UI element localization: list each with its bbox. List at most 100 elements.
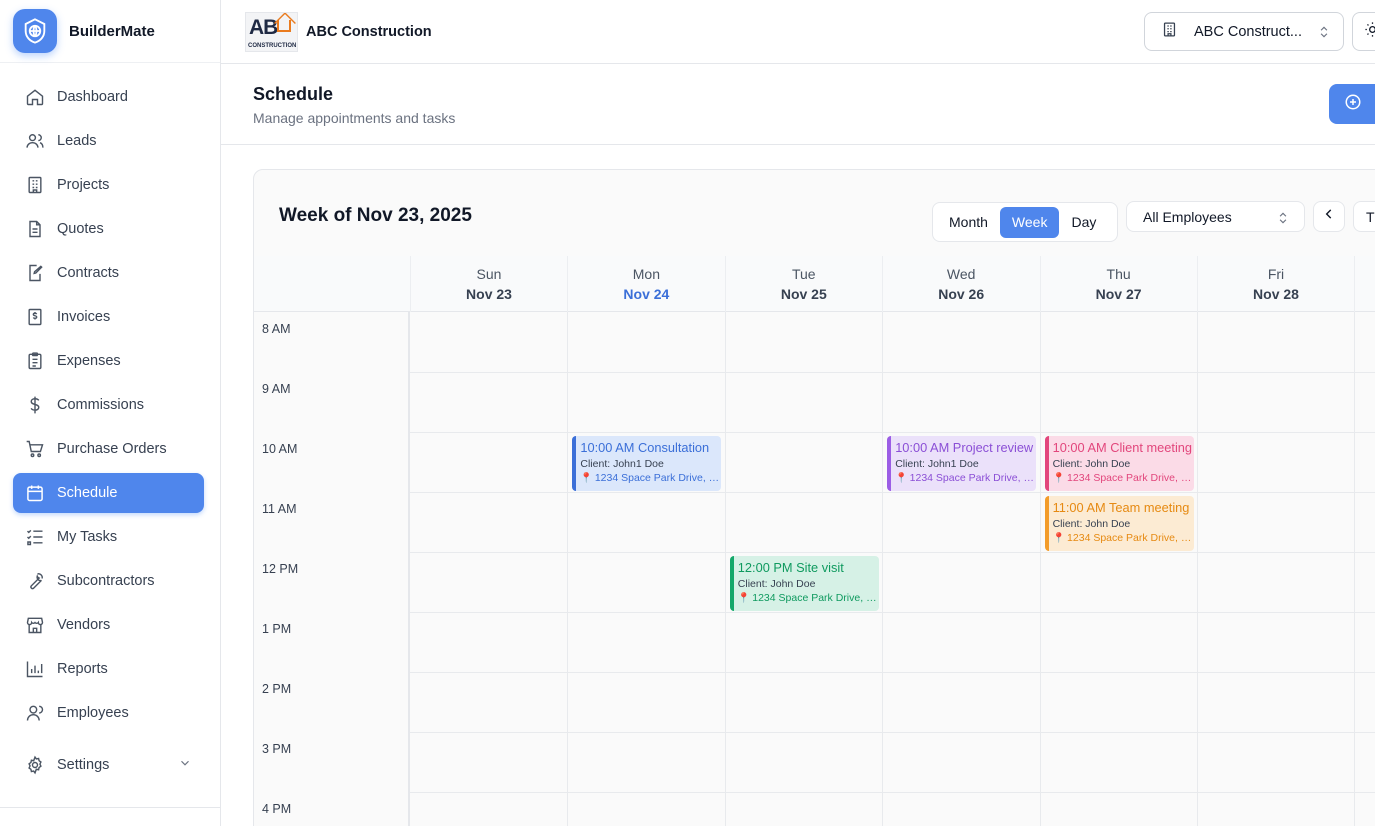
sidebar-item-expenses[interactable]: Expenses bbox=[13, 341, 204, 381]
calendar-event[interactable]: 10:00 AM Client meeting Client: John Doe 📍… bbox=[1044, 436, 1194, 491]
sidebar-item-label: Purchase Orders bbox=[57, 441, 167, 457]
calendar-icon bbox=[24, 482, 46, 504]
store-icon bbox=[24, 614, 46, 636]
day-header-fri[interactable]: Fri Nov 28 bbox=[1197, 256, 1354, 312]
sidebar-item-purchase-orders[interactable]: Purchase Orders bbox=[13, 429, 204, 469]
calendar-event[interactable]: 12:00 PM Site visit Client: John Doe 📍 1234… bbox=[729, 556, 879, 611]
building-globe-icon bbox=[13, 9, 57, 53]
event-title: 12:00 PM Site visit bbox=[737, 560, 844, 575]
day-header-thu[interactable]: Thu Nov 27 bbox=[1039, 256, 1197, 312]
cart-icon bbox=[24, 438, 46, 460]
brand[interactable]: BuilderMate bbox=[0, 0, 220, 63]
sidebar-item-quotes[interactable]: Quotes bbox=[13, 209, 204, 249]
chevron-down-icon[interactable] bbox=[178, 756, 192, 774]
day-header-row: Sun Nov 23 Mon Nov 24 Tue Nov 25 Wed Nov 26 Thu N… bbox=[254, 256, 1375, 312]
event-title: 10:00 AM Client meeting bbox=[1052, 440, 1193, 455]
sidebar-item-label: Projects bbox=[57, 177, 110, 193]
hour-gridline bbox=[410, 672, 1375, 673]
day-name: Mon bbox=[632, 266, 660, 282]
sidebar-item-vendors[interactable]: Vendors bbox=[13, 605, 204, 645]
view-month-button[interactable]: Month bbox=[937, 207, 1000, 238]
event-address-text: 1234 Space Park Drive, Houston, TX bbox=[1067, 532, 1193, 544]
view-week-button[interactable]: Week bbox=[999, 206, 1060, 238]
map-pin-icon: 📍 bbox=[1052, 533, 1066, 544]
map-pin-icon: 📍 bbox=[1052, 473, 1066, 484]
day-date: Nov 26 bbox=[938, 286, 985, 302]
day-name: Sun bbox=[476, 266, 502, 282]
time-label: 11 AM bbox=[262, 502, 297, 516]
sidebar-item-schedule[interactable]: Schedule bbox=[13, 473, 204, 513]
event-client: Client: John1 Doe bbox=[895, 458, 979, 470]
sidebar-item-my-tasks[interactable]: My Tasks bbox=[13, 517, 204, 557]
sidebar-item-employees[interactable]: Employees bbox=[13, 693, 204, 733]
sidebar-item-label: My Tasks bbox=[57, 529, 118, 545]
sidebar-item-contracts[interactable]: Contracts bbox=[13, 253, 204, 293]
sidebar-item-invoices[interactable]: Invoices bbox=[13, 297, 204, 337]
today-button[interactable]: T bbox=[1353, 201, 1375, 232]
sidebar-item-settings[interactable]: Settings bbox=[13, 745, 204, 785]
sidebar-item-projects[interactable]: Projects bbox=[13, 165, 204, 205]
sidebar-divider bbox=[0, 807, 220, 808]
page-header: Schedule Manage appointments and tasks bbox=[221, 64, 1375, 145]
sidebar-item-leads[interactable]: Leads bbox=[13, 121, 204, 161]
sidebar-item-label: Subcontractors bbox=[57, 573, 155, 589]
day-header-mon[interactable]: Mon Nov 24 bbox=[567, 256, 724, 312]
sun-icon bbox=[1364, 21, 1375, 43]
day-gridline bbox=[724, 312, 726, 826]
view-day-button[interactable]: Day bbox=[1059, 207, 1108, 238]
sidebar-item-dashboard[interactable]: Dashboard bbox=[13, 77, 204, 117]
building-icon bbox=[1161, 21, 1178, 42]
company-select[interactable]: ABC Construct... bbox=[1144, 12, 1344, 51]
employee-filter-select[interactable]: All Employees bbox=[1126, 201, 1305, 232]
day-gridline bbox=[1039, 312, 1041, 826]
event-address-text: 1234 Space Park Drive, Houston, TX bbox=[909, 472, 1036, 484]
sidebar-item-commissions[interactable]: Commissions bbox=[13, 385, 204, 425]
sidebar-item-label: Dashboard bbox=[57, 89, 128, 105]
calendar-toolbar: Week of Nov 23, 2025 Month Week Day All … bbox=[254, 170, 1375, 256]
house-icon bbox=[277, 19, 291, 32]
day-date: Nov 23 bbox=[466, 286, 512, 302]
event-address: 📍1234 Space Park Drive, Houston, TX bbox=[1053, 472, 1193, 484]
time-label: 9 AM bbox=[262, 382, 291, 396]
event-client: Client: John1 Doe bbox=[580, 458, 664, 470]
calendar-event[interactable]: 10:00 AM Project review Client: John1 Doe… bbox=[887, 436, 1037, 491]
event-title: 11:00 AM Team meeting bbox=[1052, 500, 1190, 515]
calendar-event[interactable]: 11:00 AM Team meeting Client: John Doe 📍 12… bbox=[1044, 496, 1194, 551]
time-label: 12 PM bbox=[262, 562, 299, 576]
time-column: 8 AM 9 AM 10 AM 11 AM 12 PM 1 PM 2 PM 3 PM 4 PM bbox=[254, 312, 410, 826]
building-icon bbox=[24, 174, 46, 196]
day-gridline bbox=[567, 312, 569, 826]
event-title: 10:00 AM Project review bbox=[895, 440, 1034, 455]
sidebar-item-label: Quotes bbox=[57, 221, 104, 237]
day-header-sun[interactable]: Sun Nov 23 bbox=[410, 256, 567, 312]
sidebar: BuilderMate Dashboard Leads Projects Quo… bbox=[0, 0, 221, 826]
employee-filter-value: All Employees bbox=[1143, 208, 1232, 225]
event-client: Client: John Doe bbox=[1052, 458, 1131, 470]
map-pin-icon: 📍 bbox=[895, 473, 908, 484]
calendar-event[interactable]: 10:00 AM Consultation Client: John1 Doe 📍 1… bbox=[572, 436, 722, 491]
sidebar-item-subcontractors[interactable]: Subcontractors bbox=[13, 561, 204, 601]
company-logo: AB CONSTRUCTION bbox=[245, 11, 298, 52]
day-name: Thu bbox=[1106, 266, 1131, 282]
theme-toggle-button[interactable] bbox=[1352, 12, 1375, 51]
day-date: Nov 28 bbox=[1253, 286, 1299, 302]
add-appointment-button[interactable] bbox=[1329, 84, 1375, 124]
topbar: AB CONSTRUCTION ABC Construction ABC Con… bbox=[221, 0, 1375, 64]
hour-gridline bbox=[410, 492, 1375, 493]
hour-gridline bbox=[410, 612, 1375, 613]
main-content: Week of Nov 23, 2025 Month Week Day All … bbox=[221, 145, 1375, 826]
map-pin-icon: 📍 bbox=[580, 473, 593, 484]
sidebar-item-reports[interactable]: Reports bbox=[13, 649, 204, 689]
time-label: 4 PM bbox=[262, 802, 292, 816]
home-icon bbox=[24, 86, 46, 108]
previous-week-button[interactable] bbox=[1313, 201, 1345, 232]
sidebar-item-label: Commissions bbox=[57, 397, 145, 413]
event-address: 📍1234 Space Park Drive, Houston, TX bbox=[580, 472, 720, 484]
day-gridline bbox=[1354, 312, 1356, 826]
chevron-updown-icon bbox=[1317, 24, 1331, 44]
event-address: 📍1234 Space Park Drive, Houston, TX bbox=[1053, 532, 1193, 544]
day-header-tue[interactable]: Tue Nov 25 bbox=[724, 256, 882, 312]
hour-gridline bbox=[410, 732, 1375, 733]
map-pin-icon: 📍 bbox=[737, 593, 751, 604]
day-header-wed[interactable]: Wed Nov 26 bbox=[882, 256, 1039, 312]
